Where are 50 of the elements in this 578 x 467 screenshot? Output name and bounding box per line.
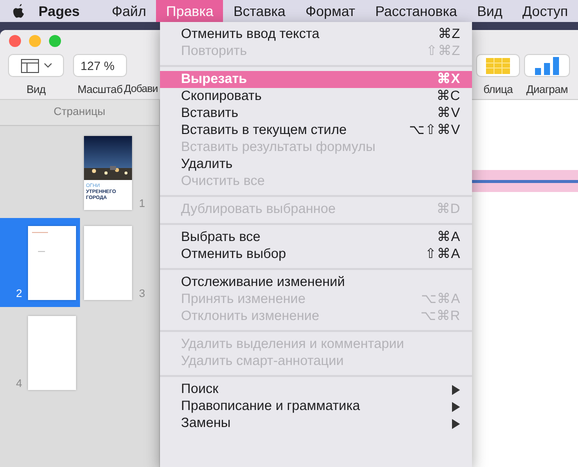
- shortcut-label: ⌘X: [436, 70, 460, 88]
- toolbar-button[interactable]: [8, 54, 64, 77]
- apple-logo-icon[interactable]: [13, 2, 26, 20]
- app-menu[interactable]: Pages: [38, 0, 80, 22]
- minimize-window-button[interactable]: [29, 35, 41, 47]
- menu-item[interactable]: Скопировать ⌘C: [160, 88, 472, 105]
- close-window-button[interactable]: [9, 35, 21, 47]
- shortcut-label: ⌘C: [436, 87, 460, 106]
- toolbar-label: блица: [483, 83, 513, 98]
- sidebar-header: Страницы: [54, 105, 106, 120]
- page-number: 3: [139, 287, 146, 302]
- menu-item[interactable]: Замены: [160, 415, 472, 432]
- menu-bar-item[interactable]: Расстановка: [365, 0, 468, 22]
- text-lines-icon: [32, 232, 48, 252]
- page-number: 2: [16, 287, 22, 302]
- menu-bar-item[interactable]: Вид: [467, 0, 512, 22]
- menu-item[interactable]: Вставить ⌘V: [160, 105, 472, 122]
- page-number: 4: [16, 377, 22, 392]
- menu-bar-item[interactable]: Вставка: [223, 0, 296, 22]
- menu-item[interactable]: Удалить: [160, 156, 472, 173]
- bar-chart-icon: [535, 56, 559, 74]
- page-thumbnail[interactable]: [28, 226, 76, 300]
- menu-item[interactable]: Выбрать все ⌘A: [160, 229, 472, 246]
- toolbar-label: Диаграм: [526, 83, 568, 98]
- toolbar-button[interactable]: [524, 54, 570, 77]
- menu-bar-item[interactable]: Доступ: [512, 0, 578, 22]
- menu-bar-item[interactable]: Формат: [295, 0, 366, 22]
- shortcut-label: ⌥⇧⌘V: [408, 121, 460, 140]
- chevron-down-icon: [44, 63, 52, 68]
- menu-item[interactable]: Отменить выбор ⇧⌘A: [160, 246, 472, 263]
- shortcut-label: ⌘Z: [438, 25, 460, 44]
- shortcut-label: ⌘V: [436, 104, 460, 122]
- page-thumbnail[interactable]: [28, 316, 76, 390]
- page-thumbnail[interactable]: [84, 226, 132, 300]
- menu-item[interactable]: Правописание и грамматика: [160, 398, 472, 415]
- shortcut-label: ⌘A: [436, 228, 460, 246]
- menu-bar-item[interactable]: Файл: [102, 0, 156, 22]
- menu-item[interactable]: Поиск: [160, 381, 472, 398]
- menu-item[interactable]: Отслеживание изменений: [160, 274, 472, 291]
- menu-item[interactable]: Вставить в текущем стиле ⌥⇧⌘V: [160, 122, 472, 139]
- toolbar-button[interactable]: 127 %: [73, 54, 127, 77]
- toolbar-label: Вид: [26, 83, 46, 98]
- shortcut-label: ⇧⌘A: [424, 245, 460, 264]
- page-number: 1: [139, 197, 146, 212]
- zoom-window-button[interactable]: [49, 35, 61, 47]
- menu-item[interactable]: Отменить ввод текста ⌘Z: [160, 26, 472, 43]
- table-icon: [486, 58, 510, 74]
- toolbar-label: Масштаб: [78, 83, 122, 98]
- toolbar-label: Добави: [124, 82, 158, 97]
- sidebar-layout-icon: [20, 58, 38, 72]
